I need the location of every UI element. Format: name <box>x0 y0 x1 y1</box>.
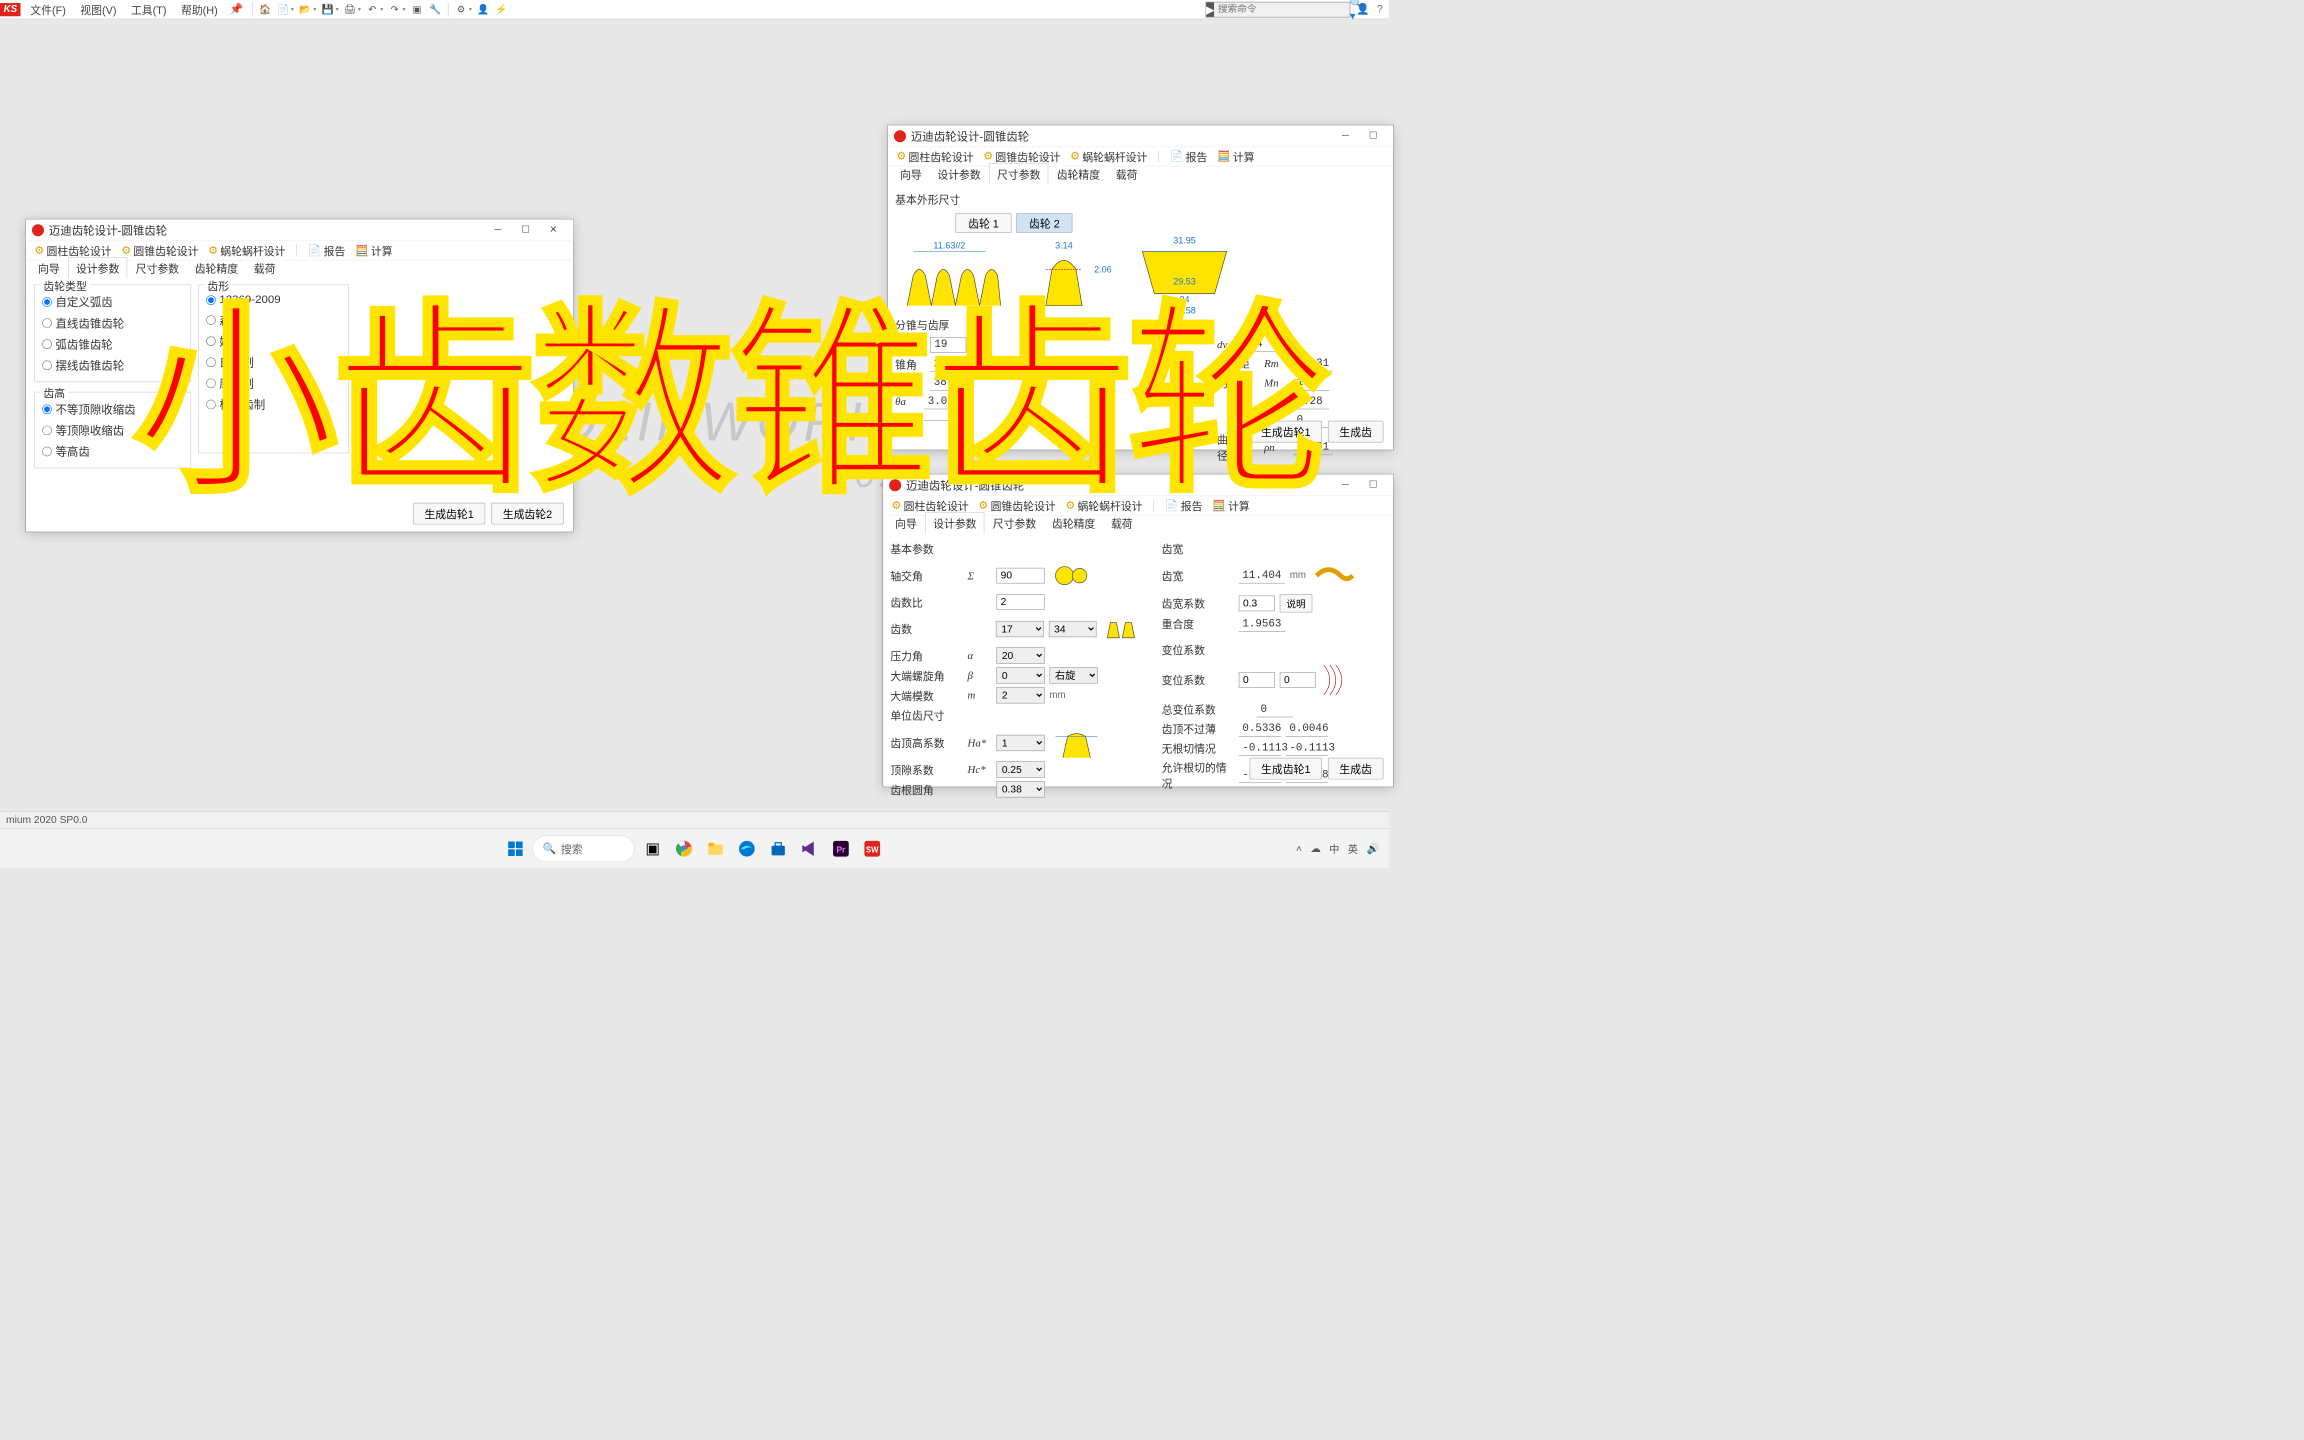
tab-precision[interactable]: 齿轮精度 <box>1049 164 1107 184</box>
menu-view[interactable]: 视图(V) <box>73 0 124 18</box>
tray-chevron-icon[interactable]: ˄ <box>1296 842 1302 854</box>
lang-indicator[interactable]: 英 <box>1348 841 1358 856</box>
minimize-button[interactable]: ─ <box>1332 126 1360 145</box>
tool-worm[interactable]: ⚙蜗轮蜗杆设计 <box>1067 147 1151 165</box>
solidworks-logo: KS <box>0 3 21 16</box>
teeth1-select[interactable]: 17 <box>996 621 1044 637</box>
tray-onedrive-icon[interactable]: ☁ <box>1310 842 1320 854</box>
generate-gear2-button[interactable]: 生成齿 <box>1328 758 1383 780</box>
nr-v1: -0.1113 <box>1239 741 1281 756</box>
nu-v2: 0.0046 <box>1286 721 1328 736</box>
title-overlay-text: 小齿数锥齿轮 <box>133 235 1327 532</box>
tab-design-params[interactable]: 设计参数 <box>68 257 127 278</box>
svg-text:Pr: Pr <box>836 844 846 854</box>
undo-icon[interactable]: ↶ <box>365 2 379 16</box>
addon1-icon[interactable]: 👤 <box>476 2 490 16</box>
gear1-button[interactable]: 齿轮 1 <box>955 213 1011 232</box>
shift2-input[interactable] <box>1280 672 1316 688</box>
solidworks-icon[interactable]: SW <box>859 835 886 862</box>
total-shift: 0 <box>1257 702 1293 717</box>
helix-select[interactable]: 0 <box>996 667 1044 683</box>
dialog-icon <box>894 130 906 142</box>
ime-indicator[interactable]: 中 <box>1329 841 1339 856</box>
module-select[interactable]: 2 <box>996 687 1044 703</box>
explain-button[interactable]: 说明 <box>1280 594 1313 612</box>
dialog-title: 迈迪齿轮设计-圆锥齿轮 <box>911 128 1332 144</box>
help-icon[interactable]: ? <box>1377 3 1383 16</box>
status-bar: mium 2020 SP0.0 <box>0 811 1389 828</box>
select-icon[interactable]: ▣ <box>410 2 424 16</box>
dialog-icon <box>32 224 44 236</box>
start-button[interactable] <box>503 836 527 860</box>
tooth-pair-icon <box>1102 614 1150 644</box>
generate-gear1-button[interactable]: 生成齿轮1 <box>1250 758 1322 780</box>
addon2-icon[interactable]: ⚡ <box>494 2 508 16</box>
shift1-input[interactable] <box>1239 672 1275 688</box>
chrome-icon[interactable] <box>671 835 698 862</box>
nu-v1: 0.5336 <box>1239 721 1281 736</box>
menu-help[interactable]: 帮助(H) <box>174 0 225 18</box>
options-icon[interactable]: ⚙ <box>454 2 468 16</box>
svg-text:SW: SW <box>866 845 879 854</box>
user-icon[interactable]: 👤 <box>1356 3 1370 16</box>
app-menubar: KS 文件(F) 视图(V) 工具(T) 帮助(H) 📌 🏠 📄▾ 📂▾ 💾▾ … <box>0 0 1389 19</box>
tab-size-params[interactable]: 尺寸参数 <box>989 163 1048 184</box>
generate-gear2-button[interactable]: 生成齿 <box>1328 421 1383 443</box>
nr-v2: -0.1113 <box>1286 741 1328 756</box>
section-basic-params: 基本参数 <box>890 538 1149 558</box>
contact-ratio: 1.9563 <box>1239 616 1285 631</box>
home-icon[interactable]: 🏠 <box>258 2 272 16</box>
search-input[interactable] <box>1214 4 1346 15</box>
minimize-button[interactable]: ─ <box>1332 475 1360 494</box>
taskbar-search[interactable]: 🔍 搜索 <box>532 835 634 862</box>
tab-guide[interactable]: 向导 <box>893 164 929 184</box>
search-prefix-icon: ▶ <box>1206 2 1214 16</box>
vs-icon[interactable] <box>796 835 823 862</box>
tool-calc[interactable]: 🧮计算 <box>1213 147 1258 165</box>
menu-file[interactable]: 文件(F) <box>23 0 73 18</box>
gear2-button[interactable]: 齿轮 2 <box>1016 213 1072 232</box>
rebuild-icon[interactable]: 🔧 <box>428 2 442 16</box>
clearance-select[interactable]: 0.25 <box>996 761 1044 777</box>
section-shift-coef: 变位系数 <box>1162 640 1386 660</box>
print-icon[interactable]: 🖨 <box>343 2 357 16</box>
redo-icon[interactable]: ↷ <box>387 2 401 16</box>
involute-icon <box>1321 662 1351 698</box>
store-icon[interactable] <box>765 835 792 862</box>
edge-icon[interactable] <box>734 835 761 862</box>
command-search[interactable]: ▶ 🔍▾ <box>1205 2 1350 18</box>
root-fillet-select[interactable]: 0.38 <box>996 781 1044 797</box>
tooth-profile-icon <box>1049 728 1097 758</box>
tab-guide[interactable]: 向导 <box>31 258 67 278</box>
helix-dir-select[interactable]: 右旋 <box>1049 667 1097 683</box>
tab-design-params[interactable]: 设计参数 <box>930 164 988 184</box>
width-coef-input[interactable] <box>1239 596 1275 612</box>
section-basic-shape: 基本外形尺寸 <box>895 189 1386 209</box>
tool-report[interactable]: 📄报告 <box>1166 147 1211 165</box>
maximize-button[interactable]: ☐ <box>1359 475 1387 494</box>
bevel-pair-icon <box>1049 561 1097 591</box>
premiere-icon[interactable]: Pr <box>828 835 855 862</box>
save-icon[interactable]: 💾 <box>321 2 335 16</box>
teeth2-select[interactable]: 34 <box>1049 621 1097 637</box>
tab-load[interactable]: 载荷 <box>1109 164 1145 184</box>
volume-icon[interactable]: 🔊 <box>1366 842 1379 854</box>
task-view-icon[interactable]: ▣ <box>640 835 667 862</box>
windows-taskbar: 🔍 搜索 ▣ Pr SW ˄ ☁ 中 英 🔊 <box>0 828 1389 868</box>
ratio-input[interactable] <box>996 594 1044 610</box>
menu-tools[interactable]: 工具(T) <box>124 0 174 18</box>
addendum-select[interactable]: 1 <box>996 735 1044 751</box>
section-face-width: 齿宽 <box>1162 538 1386 558</box>
shaft-angle-input[interactable] <box>996 568 1044 584</box>
pin-icon[interactable]: 📌 <box>225 3 248 16</box>
worm-icon <box>1311 561 1359 591</box>
maximize-button[interactable]: ☐ <box>1359 126 1387 145</box>
width-value: 11.404 <box>1239 568 1285 583</box>
section-unit-tooth: 单位齿尺寸 <box>890 705 1149 725</box>
explorer-icon[interactable] <box>702 835 729 862</box>
new-icon[interactable]: 📄 <box>276 2 290 16</box>
open-icon[interactable]: 📂 <box>298 2 312 16</box>
tool-cylindrical[interactable]: ⚙圆柱齿轮设计 <box>893 147 977 165</box>
pressure-select[interactable]: 20 <box>996 647 1044 663</box>
